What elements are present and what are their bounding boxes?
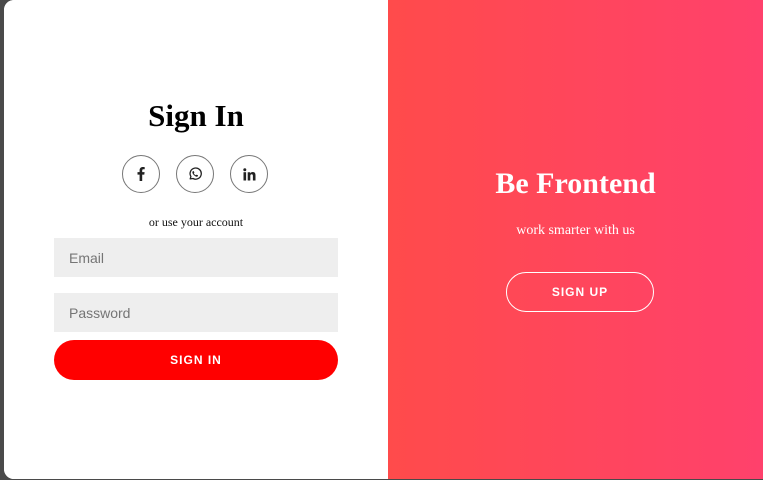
overlay-subtitle: work smarter with us (516, 223, 635, 238)
auth-container: Sign In or use your account Email SIGN I… (4, 0, 763, 479)
sign-in-button[interactable]: SIGN IN (54, 340, 338, 380)
facebook-button[interactable] (122, 155, 160, 193)
overlay-title: Be Frontend (495, 167, 656, 200)
social-login-row (122, 155, 270, 195)
facebook-icon (137, 167, 145, 181)
linkedin-button[interactable] (230, 155, 268, 193)
sign-up-button[interactable]: SIGN UP (506, 272, 654, 312)
password-field[interactable] (54, 293, 338, 332)
email-field[interactable] (54, 238, 338, 277)
linkedin-icon (242, 167, 256, 181)
sign-in-title: Sign In (148, 98, 244, 133)
alternate-login-hint: or use your account (148, 215, 244, 229)
sign-in-panel: Sign In or use your account Email SIGN I… (4, 0, 388, 479)
whatsapp-icon (188, 167, 202, 181)
whatsapp-button[interactable] (176, 155, 214, 193)
overlay-panel: Be Frontend work smarter with us SIGN UP (388, 0, 763, 479)
